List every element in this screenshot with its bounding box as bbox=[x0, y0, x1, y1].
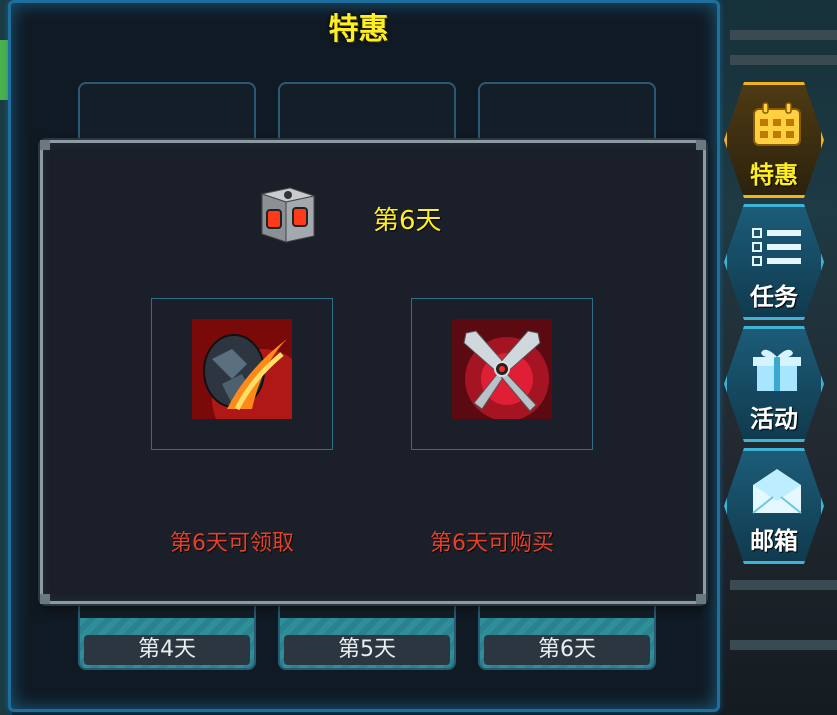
list-icon bbox=[752, 228, 801, 266]
page-title: 特惠 bbox=[328, 12, 389, 47]
tab-tasks[interactable]: 任务 bbox=[724, 204, 824, 320]
background-stripe bbox=[730, 580, 837, 590]
popup-corner bbox=[696, 594, 706, 604]
flame-egg-icon bbox=[192, 319, 292, 419]
crate-icon bbox=[260, 187, 316, 243]
popup-corner bbox=[696, 140, 706, 150]
gift-icon bbox=[753, 349, 801, 391]
tab-mailbox[interactable]: 邮箱 bbox=[724, 448, 824, 564]
tab-label: 特惠 bbox=[750, 161, 798, 189]
popup-corner bbox=[40, 140, 50, 150]
tab-label: 邮箱 bbox=[750, 527, 798, 555]
card-bottom: 第5天 bbox=[280, 618, 454, 668]
card-day-label: 第6天 bbox=[484, 635, 650, 665]
card-day-label: 第5天 bbox=[284, 635, 450, 665]
tab-events[interactable]: 活动 bbox=[724, 326, 824, 442]
calendar-icon bbox=[753, 102, 801, 146]
popup-day-title: 第6天 bbox=[373, 206, 442, 236]
background-stripe bbox=[730, 30, 837, 40]
tab-label: 活动 bbox=[750, 405, 798, 433]
tab-special-offer[interactable]: 特惠 bbox=[724, 82, 824, 198]
background-stripe bbox=[730, 55, 837, 65]
crossed-blades-icon bbox=[452, 319, 552, 419]
purchase-label: 第6天可购买 bbox=[430, 531, 554, 556]
background-stripe bbox=[730, 640, 837, 650]
claim-label: 第6天可领取 bbox=[170, 531, 294, 556]
card-bottom: 第4天 bbox=[80, 618, 254, 668]
card-day-label: 第4天 bbox=[84, 635, 250, 665]
card-bottom: 第6天 bbox=[480, 618, 654, 668]
mail-icon bbox=[752, 469, 802, 514]
popup-corner bbox=[40, 594, 50, 604]
tab-label: 任务 bbox=[750, 283, 798, 311]
reward-slot-free[interactable] bbox=[151, 298, 333, 450]
reward-slot-purchase[interactable] bbox=[411, 298, 593, 450]
